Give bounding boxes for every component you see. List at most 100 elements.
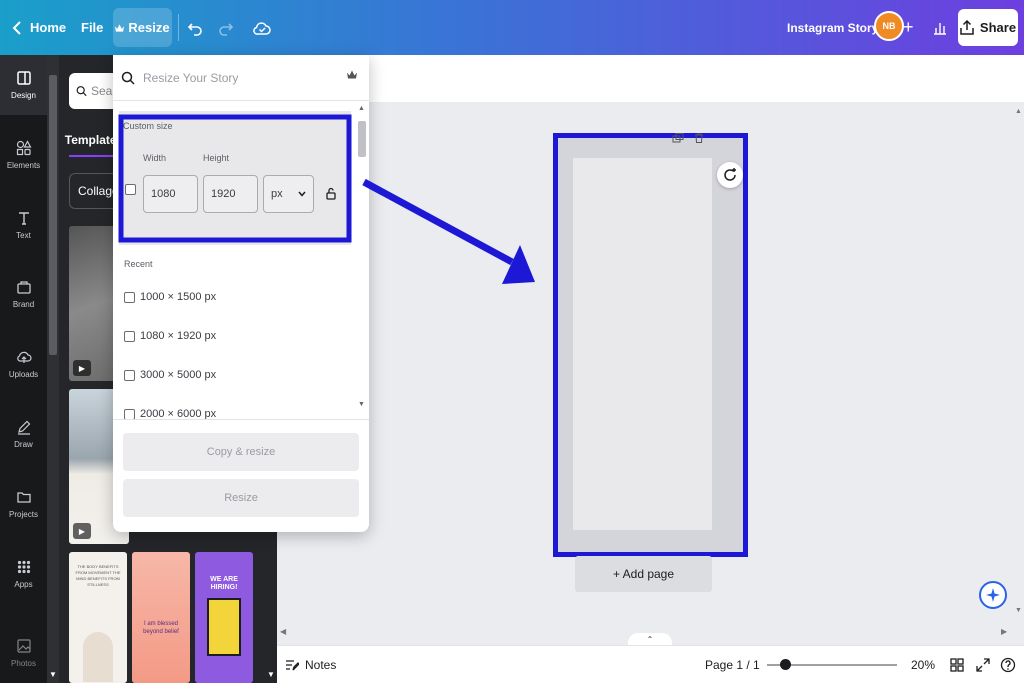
refresh-page-button[interactable] — [717, 162, 743, 188]
scroll-left-icon[interactable]: ◀ — [280, 627, 286, 636]
file-label: File — [81, 20, 104, 35]
panel-scrollbar[interactable] — [47, 55, 59, 683]
unlock-icon[interactable] — [326, 187, 336, 200]
copy-and-resize-button[interactable]: Copy & resize — [123, 433, 359, 471]
width-input[interactable]: 1080 — [143, 175, 198, 213]
thumb-text: WE ARE HIRING! — [210, 576, 238, 591]
custom-size-checkbox[interactable] — [125, 184, 136, 195]
bottom-status-bar: Notes Page 1 / 1 20% — [277, 645, 1024, 683]
crown-icon — [347, 70, 357, 79]
add-page-label: + Add page — [612, 567, 675, 581]
rail-item-draw[interactable]: Draw — [0, 404, 47, 464]
template-thumb[interactable]: I am blessed beyond belief — [132, 552, 190, 683]
delete-page-icon[interactable] — [694, 133, 704, 143]
panel-scroll-down-icon[interactable]: ▼ — [265, 665, 277, 683]
notes-button[interactable]: Notes — [285, 646, 336, 683]
photo-icon — [16, 639, 31, 653]
scroll-right-icon[interactable]: ▶ — [1001, 627, 1007, 636]
rail-item-apps[interactable]: Apps — [0, 544, 47, 604]
play-icon: ▶ — [73, 523, 91, 539]
recent-size-checkbox[interactable] — [124, 369, 135, 381]
resize-list-scrollbar[interactable]: ▲ ▼ — [357, 101, 367, 419]
template-thumb[interactable]: THE BODY BENEFITS FROM MOVEMENT THE MIND… — [69, 552, 127, 683]
share-label: Share — [979, 20, 1017, 35]
scroll-down-icon[interactable]: ▼ — [1015, 607, 1022, 614]
copy-and-resize-label: Copy & resize — [206, 446, 276, 458]
design-page[interactable] — [573, 158, 712, 530]
document-title[interactable]: Instagram Story — [787, 0, 878, 55]
recent-size-item[interactable]: 2000 × 6000 px — [124, 404, 216, 419]
thumb-figure — [83, 632, 113, 682]
resize-label: Resize — [128, 20, 170, 35]
editor-context-toolbar — [369, 55, 1024, 102]
resize-list-scroll-thumb[interactable] — [358, 121, 366, 157]
recent-size-checkbox[interactable] — [124, 291, 135, 303]
text-icon — [18, 212, 29, 225]
grid-view-icon[interactable] — [949, 657, 965, 673]
rail-item-text[interactable]: Text — [0, 195, 47, 255]
brand-icon — [16, 281, 31, 294]
tab-templates[interactable]: Templates — [65, 125, 123, 157]
template-thumb[interactable]: WE ARE HIRING! — [195, 552, 253, 683]
rail-label: Text — [16, 231, 31, 240]
recent-size-item[interactable]: 1080 × 1920 px — [124, 326, 216, 346]
panel-scroll-thumb[interactable] — [49, 75, 57, 355]
page-indicator-button[interactable]: Page 1 / 1 — [705, 646, 760, 683]
width-label: Width — [143, 153, 167, 163]
zoom-level-button[interactable]: 20% — [911, 646, 935, 683]
redo-button[interactable] — [218, 0, 234, 55]
chevron-left-icon — [12, 20, 21, 35]
share-icon — [960, 20, 974, 35]
rail-item-elements[interactable]: Elements — [0, 125, 47, 185]
expand-pages-button[interactable]: ⌃ — [628, 633, 672, 645]
rail-item-projects[interactable]: Projects — [0, 474, 47, 534]
unit-value: px — [271, 188, 283, 200]
file-menu-button[interactable]: File — [81, 0, 103, 55]
avatar[interactable]: NB — [874, 11, 904, 41]
pen-icon — [17, 420, 30, 435]
home-label: Home — [30, 20, 67, 35]
editor-vertical-scrollbar[interactable]: ▲ ▼ — [1012, 102, 1024, 625]
search-icon — [121, 71, 135, 85]
home-button[interactable]: Home — [12, 0, 66, 55]
unit-select[interactable]: px — [263, 175, 314, 213]
rail-item-uploads[interactable]: Uploads — [0, 334, 47, 394]
rail-label: Brand — [12, 300, 35, 309]
magic-assistant-button[interactable] — [979, 581, 1007, 609]
resize-button[interactable]: Resize — [113, 8, 172, 47]
undo-button[interactable] — [187, 0, 203, 55]
rail-label: Uploads — [8, 370, 39, 379]
zoom-slider-handle[interactable] — [779, 659, 791, 670]
recent-size-item[interactable]: 1000 × 1500 px — [124, 287, 216, 307]
page-indicator-text: Page 1 / 1 — [705, 658, 760, 672]
custom-size-label: Custom size — [123, 121, 173, 131]
sparkle-icon — [986, 588, 1000, 602]
add-collaborator-button[interactable]: + — [903, 0, 914, 55]
insights-button[interactable] — [932, 0, 948, 55]
share-button[interactable]: Share — [958, 9, 1018, 46]
save-status-button[interactable] — [253, 0, 271, 55]
recent-size-item[interactable]: 3000 × 5000 px — [124, 365, 216, 385]
bar-chart-icon — [934, 22, 946, 35]
resize-popover: Resize Your Story Custom size Width Heig… — [113, 55, 369, 532]
rail-item-photos[interactable]: Photos — [0, 623, 47, 683]
recent-size-checkbox[interactable] — [124, 408, 135, 419]
resize-search-input[interactable]: Resize Your Story — [113, 55, 369, 101]
help-icon[interactable] — [1000, 657, 1016, 673]
resize-apply-button[interactable]: Resize — [123, 479, 359, 517]
panel-left-scroll-down-icon[interactable]: ▼ — [47, 665, 59, 683]
scroll-up-icon[interactable]: ▲ — [1015, 108, 1022, 115]
height-label: Height — [203, 153, 230, 163]
recent-size-label: 1080 × 1920 px — [140, 330, 217, 342]
crown-icon — [115, 23, 125, 32]
duplicate-page-icon[interactable] — [672, 133, 684, 143]
rail-item-design[interactable]: Design — [0, 55, 47, 115]
fullscreen-icon[interactable] — [975, 657, 991, 673]
rail-item-brand[interactable]: Brand — [0, 264, 47, 324]
add-page-button[interactable]: + Add page — [575, 556, 712, 592]
height-input[interactable]: 1920 — [203, 175, 258, 213]
scroll-up-icon[interactable]: ▲ — [358, 105, 365, 112]
scroll-down-icon[interactable]: ▼ — [358, 401, 365, 408]
recent-size-checkbox[interactable] — [124, 330, 135, 342]
custom-size-section: Custom size Width Height 1080 1920 px — [119, 111, 351, 245]
